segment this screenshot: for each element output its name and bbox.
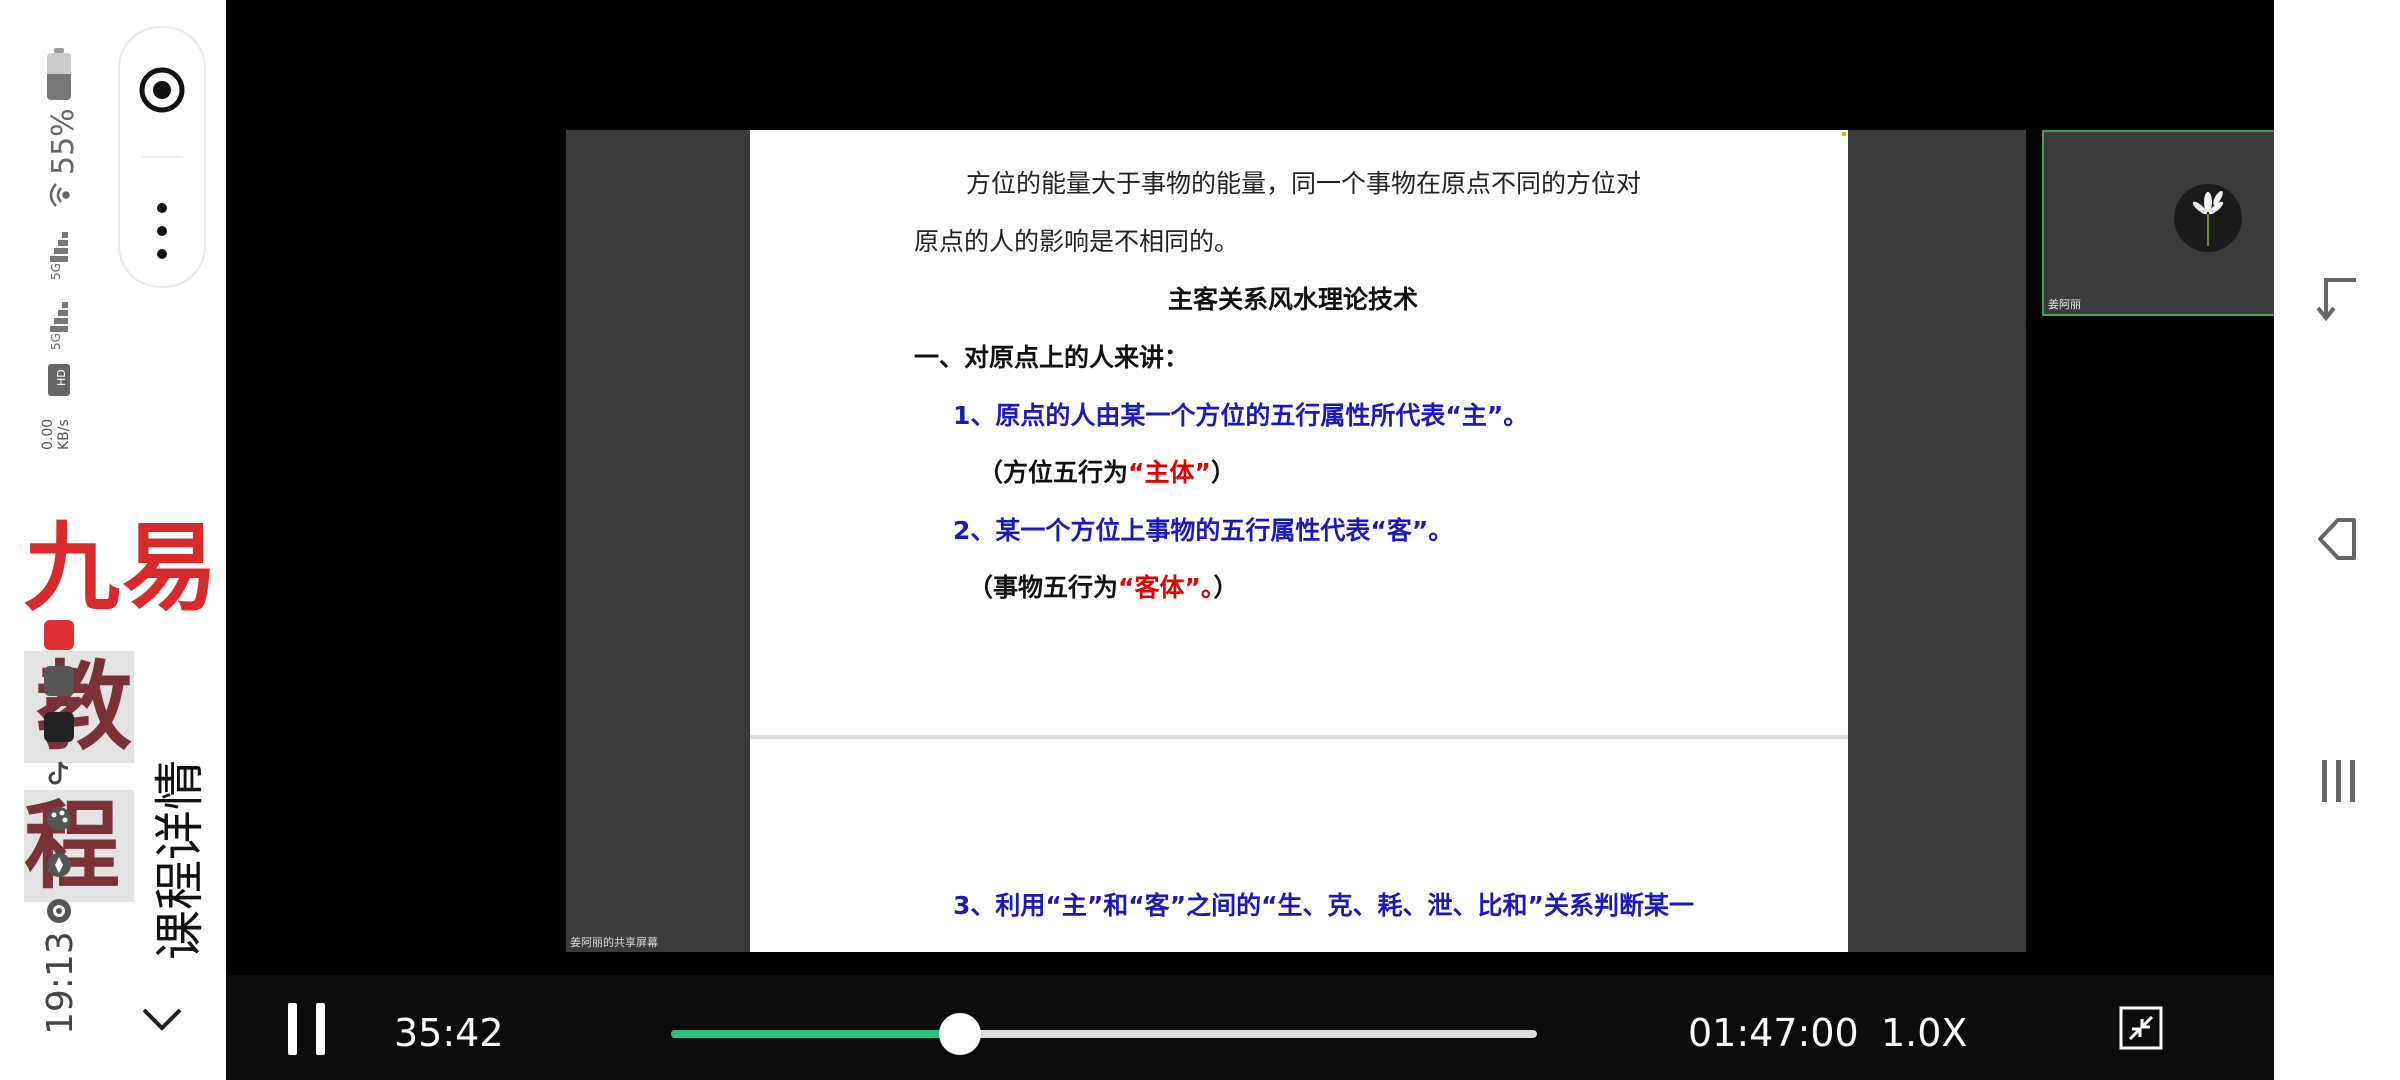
- status-time: 19:13: [40, 931, 81, 1035]
- camera-app-icon: [47, 899, 71, 923]
- screen-share-frame: 方位的能量大于事物的能量，同一个事物在原点不同的方位对 原点的人的影响是不相同的…: [566, 130, 2026, 952]
- battery-percent: 55%: [46, 108, 81, 175]
- more-vertical-icon[interactable]: [146, 194, 178, 268]
- flower-avatar-icon: [2174, 184, 2242, 252]
- total-time: 01:47:00: [1688, 1011, 1859, 1055]
- wifi-icon: [49, 183, 70, 207]
- slide-title: 主客关系风水理论技术: [1168, 285, 1419, 314]
- player-controls: 35:42 01:47:00 1.0X: [226, 975, 2274, 1080]
- compass-icon: [47, 853, 71, 877]
- tv-app-icon: [44, 712, 74, 742]
- course-details-title: 课程详情: [151, 760, 209, 960]
- record-target-icon[interactable]: [136, 64, 188, 116]
- slide-item-3: 3、利用“主”和“客”之间的“生、克、耗、泄、比和”关系判断某一: [953, 891, 1694, 920]
- progress-thumb[interactable]: [938, 1013, 981, 1055]
- playback-speed-button[interactable]: 1.0X: [1881, 1011, 1967, 1055]
- camera-participant-name: 姜阿丽: [2048, 298, 2081, 311]
- exit-fullscreen-icon[interactable]: [2118, 1005, 2164, 1051]
- network-speed: 0.00 KB/s: [40, 418, 72, 450]
- progress-fill: [671, 1030, 960, 1038]
- slide-item-2: 2、某一个方位上事物的五行属性代表“客”。: [953, 516, 1454, 545]
- elapsed-time: 35:42: [394, 1011, 504, 1055]
- slide-paragraph-line2: 原点的人的影响是不相同的。: [914, 227, 1240, 256]
- slide-page: 方位的能量大于事物的能量，同一个事物在原点不同的方位对 原点的人的影响是不相同的…: [750, 130, 1848, 952]
- rotate-icon[interactable]: [2314, 274, 2364, 324]
- left-status-strip: 55% 5G 5G HD 0.00 KB/s 九易教程 19:13 课程详情: [0, 0, 226, 1080]
- svg-text:5G: 5G: [49, 263, 63, 280]
- send-icon: [44, 666, 74, 696]
- back-icon[interactable]: [2314, 514, 2364, 564]
- tiktok-icon: [48, 761, 69, 785]
- slide-item-2-note: （事物五行为“客体”。）: [968, 573, 1239, 602]
- share-caption: 姜阿丽的共享屏幕: [570, 936, 658, 949]
- svg-text:5G: 5G: [49, 333, 63, 350]
- palette-icon: [47, 807, 71, 831]
- slide-item-1: 1、原点的人由某一个方位的五行属性所代表“主”。: [953, 401, 1529, 430]
- red-app-icon: [44, 620, 74, 650]
- slide-item-1-note: （方位五行为“主体”）: [978, 458, 1236, 487]
- recents-icon[interactable]: [2314, 756, 2364, 806]
- hd-icon: HD: [48, 364, 70, 396]
- mini-controls: [118, 26, 206, 288]
- slide-section-heading: 一、对原点上的人来讲：: [914, 343, 1190, 372]
- slide-paragraph-line1: 方位的能量大于事物的能量，同一个事物在原点不同的方位对: [966, 169, 1642, 198]
- video-area[interactable]: 方位的能量大于事物的能量，同一个事物在原点不同的方位对 原点的人的影响是不相同的…: [226, 0, 2374, 975]
- battery-icon: [47, 48, 71, 100]
- system-nav-bar: [2274, 0, 2400, 1080]
- 5g-signal-icon: 5G: [49, 232, 68, 280]
- pause-button[interactable]: [282, 1003, 330, 1055]
- progress-bar[interactable]: [671, 1013, 1537, 1055]
- chevron-down-icon[interactable]: [140, 1002, 184, 1038]
- svg-text:HD: HD: [55, 369, 68, 386]
- 5g-signal-icon: 5G: [49, 302, 68, 350]
- slide-page-break: [750, 735, 1848, 739]
